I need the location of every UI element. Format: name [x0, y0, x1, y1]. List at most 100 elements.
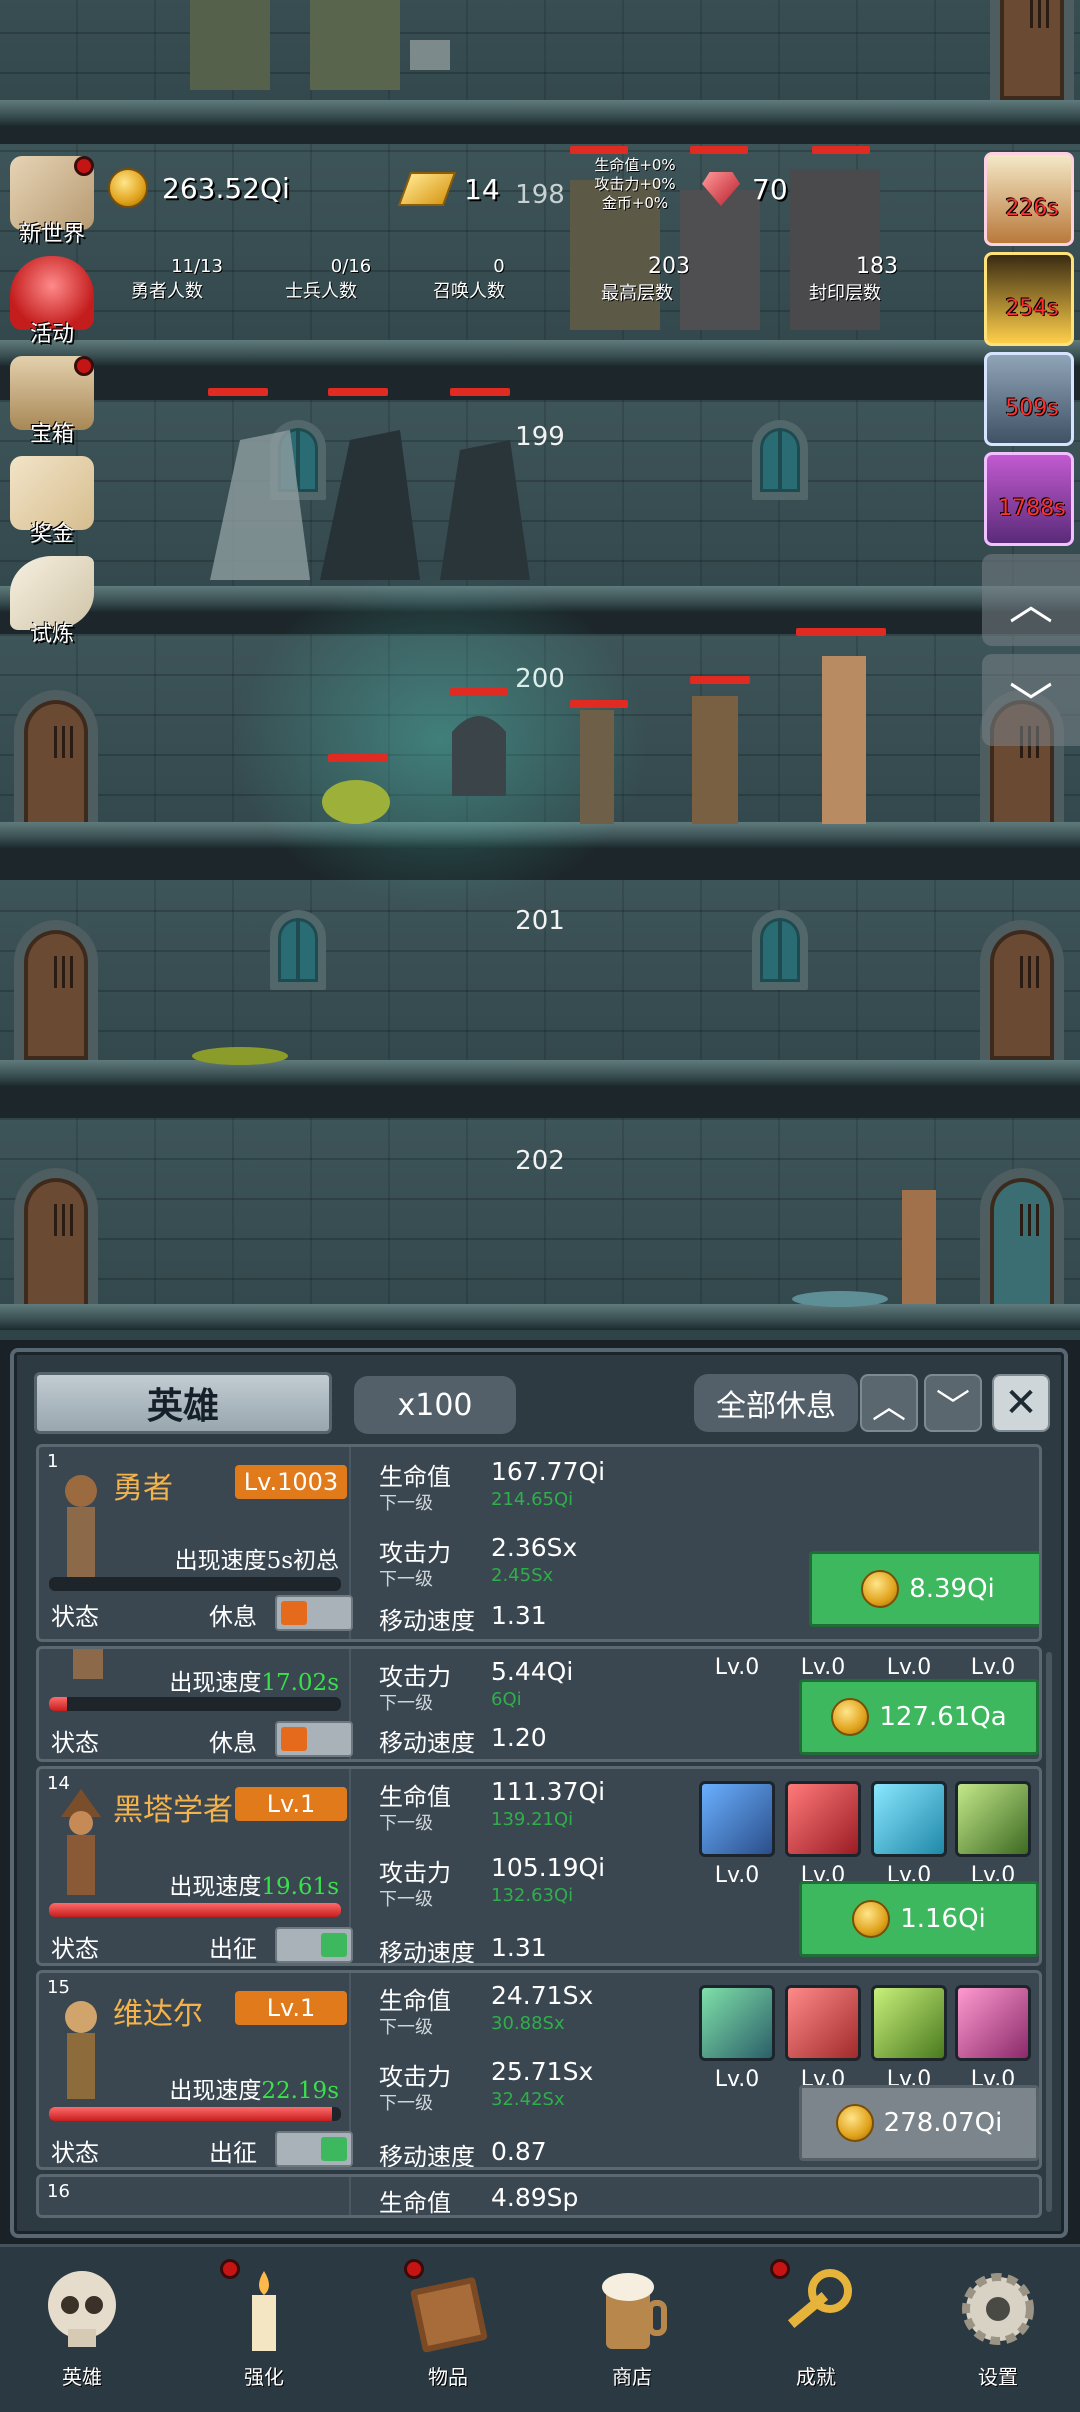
- notification-dot: [74, 356, 94, 376]
- gold-coin-icon: [852, 1900, 891, 1938]
- panel-down-button[interactable]: ﹀: [924, 1374, 982, 1432]
- state-toggle[interactable]: [275, 2131, 353, 2167]
- bottom-nav: 英雄 强化 物品 商店 成就 设置: [0, 2244, 1080, 2412]
- floor-slab: [0, 1060, 1080, 1086]
- hero-hp-fill: [49, 2107, 333, 2121]
- floor-number-202: 202: [515, 1146, 565, 1176]
- upgrade-button[interactable]: 278.07Qi: [799, 2085, 1039, 2161]
- enemy-hp-bar: [812, 146, 870, 154]
- hero-hp-bar: [49, 1697, 341, 1711]
- hero-card-info: 1 勇者 Lv.1003 出现速度5s初总 状态 休息: [39, 1447, 353, 1639]
- enemy-hp-bar: [208, 388, 268, 396]
- window: [752, 420, 808, 500]
- spawn-speed: 出现速度19.61s: [169, 1874, 339, 1900]
- puddle: [790, 1290, 890, 1308]
- chevron-up-icon: ︿: [872, 1386, 906, 1427]
- slime-sprite: [320, 772, 392, 824]
- helmet-skill-icon[interactable]: [955, 1781, 1031, 1857]
- hero-hp-bar: [49, 1903, 341, 1917]
- wand-skill-icon[interactable]: [871, 1985, 947, 2061]
- key-icon: [774, 2265, 858, 2355]
- nav-items[interactable]: 物品: [388, 2257, 508, 2407]
- door: [14, 920, 98, 1060]
- nav-achievements[interactable]: 成就: [756, 2257, 876, 2407]
- door: [990, 0, 1074, 100]
- upgrade-button[interactable]: 127.61Qa: [799, 1679, 1039, 1755]
- scrollbar[interactable]: [1046, 1652, 1052, 2212]
- enemy-hp-bar: [690, 676, 750, 684]
- buff-timer-chest[interactable]: 509s: [984, 352, 1074, 446]
- reaper-ghosts-sprite: [200, 420, 540, 590]
- gold-coin-icon: [831, 1698, 870, 1736]
- nav-enhance[interactable]: 强化: [204, 2257, 324, 2407]
- bonus-button[interactable]: 奖金: [4, 456, 100, 548]
- hero-portrait: [53, 1471, 109, 1581]
- state-toggle[interactable]: [275, 1595, 353, 1631]
- gold-coin-icon: [835, 2104, 874, 2142]
- rest-all-button[interactable]: 全部休息: [694, 1374, 858, 1432]
- winged-boot-skill-icon[interactable]: [871, 1781, 947, 1857]
- slime-puddle: [190, 1046, 290, 1066]
- chevron-down-icon: ﹀: [936, 1386, 970, 1427]
- enemy-hp-bar: [328, 388, 388, 396]
- enemy-hp-bar: [570, 146, 628, 154]
- hero-card[interactable]: 1 勇者 Lv.1003 出现速度5s初总 状态 休息 生命值 下一级 167.…: [36, 1444, 1042, 1642]
- hero-hp-bar: [49, 1577, 341, 1591]
- gold-coin-icon: [108, 168, 148, 208]
- buff-timer-torch[interactable]: 254s: [984, 252, 1074, 346]
- multiplier-button[interactable]: x100: [354, 1376, 516, 1434]
- ruby-icon: [702, 172, 740, 206]
- nav-heroes[interactable]: 英雄: [22, 2257, 142, 2407]
- floor-gap: [0, 126, 1080, 144]
- gear-icon: [956, 2265, 1040, 2355]
- summon-count: 0 召唤人数: [433, 256, 505, 302]
- floor-slab: [0, 1304, 1080, 1330]
- treasure-chest-button[interactable]: 宝箱: [4, 356, 100, 448]
- toggle-knob: [281, 1727, 307, 1751]
- door: [980, 920, 1064, 1060]
- chevron-down-icon: ﹀: [1009, 679, 1053, 730]
- nav-shop[interactable]: 商店: [572, 2257, 692, 2407]
- window: [270, 910, 326, 990]
- notification-dot: [404, 2259, 424, 2279]
- hero-card[interactable]: 14 黑塔学者 Lv.1 出现速度19.61s 状态 出征 生命值 下一级 11…: [36, 1766, 1042, 1966]
- mummy-sprite: [814, 656, 874, 824]
- toggle-knob: [321, 1933, 347, 1957]
- boot-skill-icon[interactable]: [955, 1985, 1031, 2061]
- event-button[interactable]: 活动: [4, 256, 100, 348]
- shield-skill-icon[interactable]: [699, 1781, 775, 1857]
- sword-skill-icon[interactable]: [785, 1985, 861, 2061]
- trial-button[interactable]: 试炼: [4, 556, 100, 648]
- nav-settings[interactable]: 设置: [938, 2257, 1058, 2407]
- buff-timer-scroll[interactable]: 1788s: [984, 452, 1074, 546]
- hero-card[interactable]: 15 维达尔 Lv.1 出现速度22.19s 状态 出征 生命值 下一级 24.…: [36, 1970, 1042, 2170]
- upgrade-button[interactable]: 1.16Qi: [799, 1881, 1039, 1957]
- hero-panel: 英雄 x100 全部休息 ︿ ﹀ ✕ 1 勇者 Lv.1003 出现速度5s初总…: [10, 1348, 1068, 2238]
- floor-slab: [0, 340, 1080, 366]
- hero-hp-fill: [49, 1903, 341, 1917]
- buff-timer-potion[interactable]: 226s: [984, 152, 1074, 246]
- state-toggle[interactable]: [275, 1721, 353, 1757]
- panel-up-button[interactable]: ︿: [860, 1374, 918, 1432]
- enemy-hp-bar: [450, 388, 510, 396]
- hero-card[interactable]: 16 生命值 4.89Sp: [36, 2174, 1042, 2218]
- upgrade-button[interactable]: 8.39Qi: [809, 1551, 1039, 1627]
- level-badge: Lv.1003: [235, 1465, 347, 1499]
- new-world-button[interactable]: 新世界: [4, 156, 100, 248]
- sword-skill-icon[interactable]: [785, 1781, 861, 1857]
- soldier-count: 0/16 士兵人数: [285, 256, 372, 302]
- panel-title: 英雄: [34, 1372, 332, 1434]
- close-button[interactable]: ✕: [992, 1374, 1050, 1432]
- spawn-speed: 出现速度17.02s: [169, 1670, 339, 1696]
- tower-view[interactable]: 198 199 200 201 202: [0, 0, 1080, 1340]
- scroll-down-button[interactable]: ﹀: [982, 654, 1080, 746]
- level-badge: Lv.1: [235, 1787, 347, 1821]
- gold-coin-icon: [861, 1570, 900, 1608]
- state-toggle[interactable]: [275, 1927, 353, 1963]
- hero-card[interactable]: 出现速度17.02s 状态 休息 攻击力 下一级 5.44Qi 6Qi 移动速度…: [36, 1646, 1042, 1762]
- shield-skill-icon[interactable]: [699, 1985, 775, 2061]
- scroll-up-button[interactable]: ︿: [982, 554, 1080, 646]
- hero-card-info: 16: [39, 2177, 351, 2215]
- toggle-knob: [281, 1601, 307, 1625]
- candle-icon: [222, 2265, 306, 2355]
